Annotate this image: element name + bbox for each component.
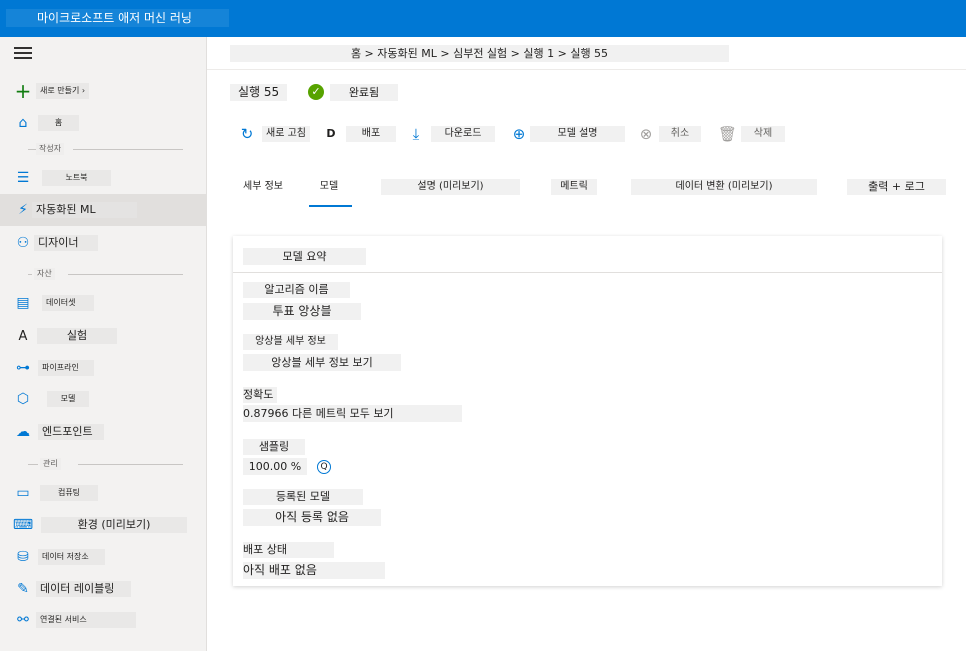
registered-models-label: 등록된 모델 (243, 489, 363, 505)
link-icon: ⚯ (17, 612, 29, 628)
sidebar-item-notebooks[interactable]: ☰ 노트북 (0, 162, 206, 194)
tab-metrics[interactable]: 메트릭 (551, 179, 597, 195)
datastore-icon: ⛁ (17, 549, 29, 565)
sidebar-item-data-labeling[interactable]: ✎ 데이터 레이블링 (0, 573, 206, 605)
sidebar-item-label: 새로 만들기 › (36, 83, 90, 99)
tab-explanations[interactable]: 설명 (미리보기) (381, 179, 520, 195)
sidebar-item-label: 환경 (미리보기) (41, 517, 187, 533)
top-bar: 마이크로소프트 애저 머신 러닝 (0, 0, 966, 37)
tab-model[interactable]: 모델 (315, 179, 343, 195)
sidebar-item-datastores[interactable]: ⛁ 데이터 저장소 (0, 541, 206, 573)
sidebar-item-automl[interactable]: ⚡ 자동화된 ML (0, 194, 206, 226)
sidebar-item-label: 실험 (37, 328, 117, 344)
sidebar-item-datasets[interactable]: ▤ 데이터셋 (0, 287, 206, 319)
labeling-pencil-icon: ✎ (17, 581, 29, 597)
section-assets-label: 자산 (34, 268, 55, 280)
sidebar-item-new[interactable]: + 새로 만들기 › (0, 75, 206, 107)
sidebar-item-label: 데이터 레이블링 (36, 581, 131, 597)
sidebar-item-label: 데이터셋 (42, 295, 94, 311)
accuracy-label: 정확도 (243, 387, 277, 403)
sidebar-item-label: 컴퓨팅 (40, 485, 98, 501)
section-author-label: 작성자 (36, 143, 65, 155)
sidebar-item-compute[interactable]: ▭ 컴퓨팅 (0, 477, 206, 509)
delete-button[interactable]: 삭제 (741, 126, 785, 142)
breadcrumb[interactable]: 홈 > 자동화된 ML > 심부전 실험 > 실행 1 > 실행 55 (230, 45, 729, 62)
deploy-status-label: 배포 상태 (243, 542, 334, 558)
hamburger-menu-icon[interactable] (14, 47, 32, 59)
sampling-label: 샘플링 (243, 439, 305, 455)
sidebar-item-label: 자동화된 ML (32, 202, 137, 218)
sampling-value: 100.00 % (243, 458, 307, 475)
plus-icon: + (14, 79, 32, 103)
magnifier-plus-icon[interactable]: ⊕ (510, 125, 528, 143)
home-icon: ⌂ (18, 115, 28, 131)
deploy-icon[interactable]: D (322, 125, 340, 143)
endpoint-icon: ☁ (16, 424, 30, 440)
model-summary-card: 모델 요약 알고리즘 이름 투표 앙상블 앙상블 세부 정보 앙상블 세부 정보… (233, 236, 942, 586)
status-badge: 완료됨 (330, 84, 398, 101)
model-cube-icon: ⬡ (16, 391, 30, 407)
environment-icon: ⌨ (12, 517, 34, 533)
sidebar-item-experiments[interactable]: A 실험 (0, 320, 206, 352)
sidebar-item-label: 엔드포인트 (38, 424, 104, 440)
sidebar-item-label: 홈 (38, 115, 79, 131)
main-content: 홈 > 자동화된 ML > 심부전 실험 > 실행 1 > 실행 55 실행 5… (207, 37, 966, 651)
sidebar-item-label: 데이터 저장소 (38, 549, 105, 565)
tab-outputs-logs[interactable]: 출력 + 로그 (847, 179, 946, 195)
accuracy-value[interactable]: 0.87966 다른 메트릭 모두 보기 (243, 405, 462, 422)
trash-icon[interactable]: 🗑 (718, 125, 737, 143)
experiment-icon: A (18, 328, 28, 344)
explain-model-button[interactable]: 모델 설명 (530, 126, 625, 142)
algorithm-value: 투표 앙상블 (243, 303, 361, 320)
sidebar-item-models[interactable]: ⬡ 모델 (0, 383, 206, 415)
refresh-button[interactable]: 새로 고침 (262, 126, 310, 142)
download-button[interactable]: 다운로드 (431, 126, 495, 142)
sidebar-item-label: 모델 (47, 391, 89, 407)
pipeline-icon: ⊶ (16, 360, 30, 376)
card-divider (233, 272, 942, 273)
card-title: 모델 요약 (243, 248, 366, 265)
sidebar-item-pipelines[interactable]: ⊶ 파이프라인 (0, 352, 206, 384)
notebook-icon: ☰ (16, 170, 30, 186)
tab-data-transformation[interactable]: 데이터 변환 (미리보기) (631, 179, 817, 195)
automl-icon: ⚡ (18, 202, 28, 218)
designer-icon: ⚇ (16, 235, 30, 251)
info-icon[interactable]: Q (317, 460, 331, 474)
page-title: 실행 55 (230, 84, 288, 101)
download-icon[interactable]: ⤓ (407, 125, 425, 143)
sidebar-item-environments[interactable]: ⌨ 환경 (미리보기) (0, 509, 206, 541)
checkmark-icon: ✓ (308, 84, 324, 100)
sidebar-item-endpoints[interactable]: ☁ 엔드포인트 (0, 416, 206, 448)
sidebar-item-label: 파이프라인 (38, 360, 94, 376)
sidebar-item-designer[interactable]: ⚇ 디자이너 (0, 227, 206, 259)
ensemble-details-label: 앙상블 세부 정보 (243, 334, 338, 350)
dataset-icon: ▤ (16, 295, 30, 311)
registered-models-value: 아직 등록 없음 (243, 509, 381, 526)
section-author: 작성자 (28, 143, 183, 155)
section-manage-label: 관리 (40, 458, 61, 470)
sidebar-item-label: 노트북 (42, 170, 111, 186)
section-assets: 자산 (28, 268, 183, 280)
cancel-icon[interactable]: ⊗ (637, 125, 655, 143)
active-tab-indicator (309, 205, 352, 207)
refresh-icon[interactable]: ↻ (238, 125, 256, 143)
sidebar: + 새로 만들기 › ⌂ 홈 작성자 ☰ 노트북 ⚡ 자동화된 ML ⚇ 디자이… (0, 37, 207, 651)
view-ensemble-details-link[interactable]: 앙상블 세부 정보 보기 (243, 354, 401, 371)
sidebar-item-linked-services[interactable]: ⚯ 연결된 서비스 (0, 604, 206, 636)
deploy-status-value: 아직 배포 없음 (243, 562, 385, 579)
app-title[interactable]: 마이크로소프트 애저 머신 러닝 (6, 9, 229, 27)
section-manage: 관리 (28, 458, 183, 470)
breadcrumb-bar: 홈 > 자동화된 ML > 심부전 실험 > 실행 1 > 실행 55 (207, 37, 966, 70)
sidebar-item-label: 디자이너 (34, 235, 98, 251)
sidebar-item-label: 연결된 서비스 (36, 612, 136, 628)
tab-details[interactable]: 세부 정보 (241, 179, 285, 195)
deploy-button[interactable]: 배포 (346, 126, 396, 142)
algorithm-label: 알고리즘 이름 (243, 282, 350, 298)
sidebar-item-home[interactable]: ⌂ 홈 (0, 107, 206, 139)
cancel-button[interactable]: 취소 (659, 126, 701, 142)
compute-icon: ▭ (16, 485, 30, 501)
